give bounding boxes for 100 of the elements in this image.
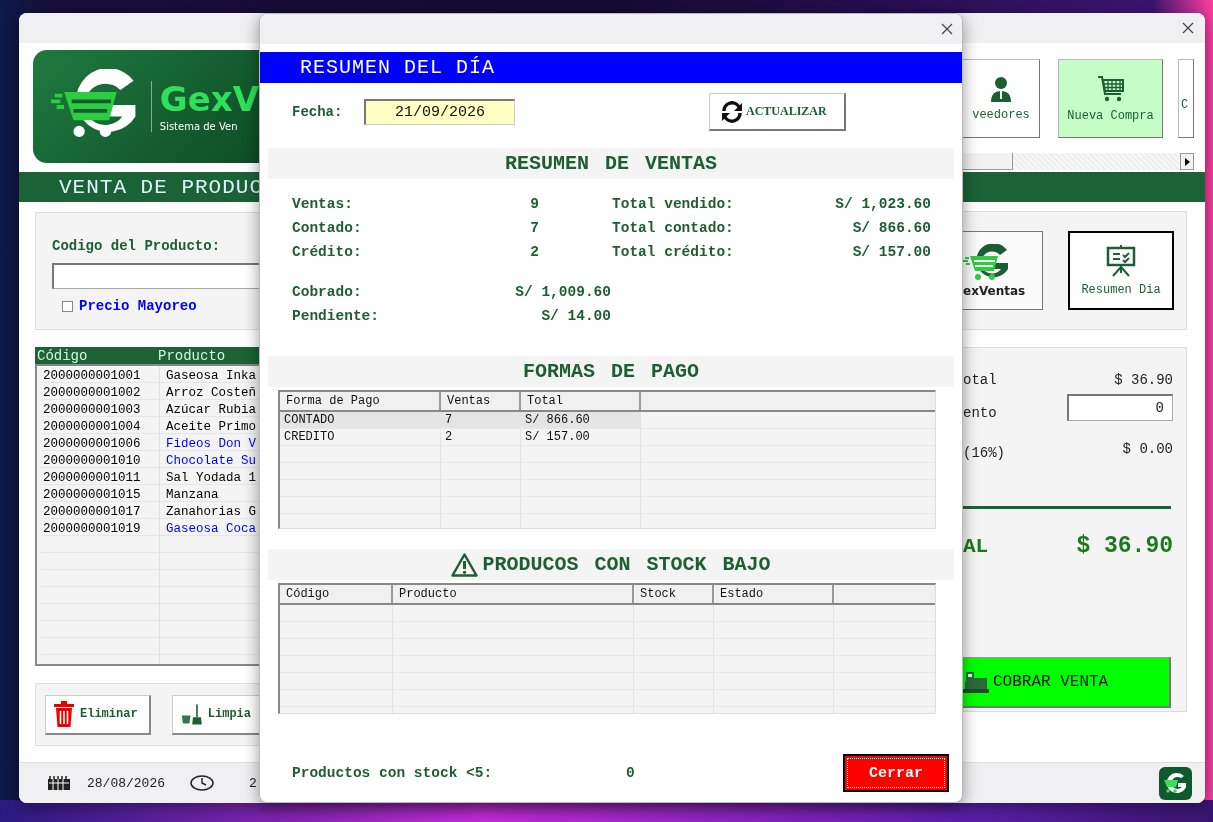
field-label: Codigo del Producto: <box>52 237 222 255</box>
app-icon[interactable] <box>1159 766 1192 800</box>
column-header: Ventas <box>447 394 491 408</box>
banner-title: VENTA DE PRODUC <box>59 175 264 199</box>
clock-icon <box>190 775 214 791</box>
table-cell: 2000000001004 <box>43 420 141 434</box>
refresh-icon <box>720 99 744 124</box>
stat-value: S/ 1,009.60 <box>514 283 611 302</box>
column-header: Total <box>527 394 563 408</box>
toolbar-button[interactable]: Nueva Compra <box>1058 59 1163 138</box>
table-cell: 2 <box>445 430 453 444</box>
column-header: Producto <box>399 587 457 601</box>
section-title: FORMAS DE PAGO <box>523 360 699 383</box>
stat-label: Crédito: <box>292 243 363 262</box>
table-cell: Gaseosa Coca <box>166 522 256 536</box>
calendar-icon <box>48 776 70 790</box>
warning-icon <box>451 552 479 577</box>
column-header: Stock <box>640 587 676 601</box>
table-cell: Fideos Don V <box>166 437 256 451</box>
table-cell: Arroz Costeñ <box>166 386 256 400</box>
discount-label: ento <box>963 404 997 421</box>
stat-label: Total contado: <box>612 219 735 238</box>
product-code-field[interactable] <box>52 263 259 289</box>
table-cell: 2000000001001 <box>43 369 141 383</box>
table-cell: Aceite Primo <box>166 420 256 434</box>
presentation-board-icon <box>1106 244 1136 277</box>
table-cell: 2000000001011 <box>43 471 141 485</box>
trash-icon <box>54 701 74 727</box>
stat-value: 9 <box>529 195 539 214</box>
table-cell: Chocolate Su <box>166 454 256 468</box>
action-button[interactable]: Limpia <box>172 694 259 735</box>
table-cell: Sal Yodada 1 <box>166 471 256 485</box>
stat-label: Cobrado: <box>292 283 363 302</box>
table-cell: 2000000001002 <box>43 386 141 400</box>
column-header: Código <box>37 348 88 364</box>
date-field[interactable]: 21/09/2026 <box>364 99 515 125</box>
table-cell: 2000000001019 <box>43 522 141 536</box>
close-icon[interactable] <box>1182 22 1194 34</box>
subtotal-label: otal <box>963 372 997 388</box>
table-cell: 2000000001006 <box>43 437 141 451</box>
table-cell: Zanahorias G <box>166 505 256 519</box>
stat-value: S/ 157.00 <box>851 243 931 262</box>
person-icon <box>990 75 1012 102</box>
tax-value: $ 0.00 <box>1122 441 1173 457</box>
stat-value: 7 <box>529 219 539 238</box>
stat-value: S/ 14.00 <box>540 307 611 326</box>
refresh-button[interactable]: ACTUALIZAR <box>709 93 846 131</box>
section-title: PRODUCOS CON STOCK BAJO <box>482 553 771 576</box>
broom-icon <box>181 701 202 727</box>
section-title: RESUMEN DE VENTAS <box>504 152 717 175</box>
summary-button[interactable]: Resumen Dia <box>1068 231 1174 310</box>
column-header: Forma de Pago <box>286 394 380 408</box>
table-cell: CREDITO <box>284 430 335 444</box>
stat-label: Total crédito: <box>612 243 735 262</box>
table-cell: 2000000001003 <box>43 403 141 417</box>
logo-name: GexV <box>159 81 259 117</box>
stat-label: Contado: <box>292 219 363 238</box>
discount-field[interactable]: 0 <box>1067 394 1173 421</box>
table-cell: 2000000001010 <box>43 454 141 468</box>
status-date: 28/08/2026 <box>87 775 165 791</box>
cart-icon <box>1096 74 1125 103</box>
close-icon[interactable] <box>941 23 953 35</box>
close-button[interactable]: Cerrar <box>843 754 949 792</box>
stat-label: Pendiente: <box>292 307 380 326</box>
table-cell: 2000000001017 <box>43 505 141 519</box>
toolbar-button[interactable]: C <box>1178 59 1194 138</box>
charge-button[interactable]: COBRAR VENTA <box>963 657 1171 708</box>
logo-tagline: Sistema de Ven <box>159 121 239 132</box>
logo-button[interactable]: exVentas <box>963 231 1043 310</box>
status-time: 2 <box>249 775 257 791</box>
tax-label: (16%) <box>963 445 1005 461</box>
column-header: Código <box>286 587 330 601</box>
checkbox-label[interactable]: Precio Mayoreo <box>79 298 197 314</box>
total-value: $ 36.90 <box>1076 533 1173 559</box>
scrollbar-thumb[interactable] <box>963 153 1013 170</box>
right-arrow-icon <box>1184 157 1190 166</box>
stat-value: 2 <box>529 243 539 262</box>
cash-register-icon <box>963 670 989 694</box>
stat-value: S/ 866.60 <box>851 219 931 238</box>
date-label: Fecha: <box>292 104 344 120</box>
table-cell: Gaseosa Inka <box>166 369 256 383</box>
low-stock-count-label: Productos con stock <5: <box>292 765 494 781</box>
stat-label: Ventas: <box>292 195 354 214</box>
column-header: Estado <box>720 587 764 601</box>
stat-value: S/ 1,023.60 <box>834 195 931 214</box>
table-cell: S/ 157.00 <box>525 430 590 444</box>
total-label: AL <box>963 534 989 558</box>
stat-label: Total vendido: <box>612 195 735 214</box>
action-button[interactable]: Eliminar <box>45 694 151 735</box>
low-stock-count: 0 <box>626 765 635 781</box>
subtotal-value: $ 36.90 <box>1114 372 1173 388</box>
table-cell: Manzana <box>166 488 219 502</box>
toolbar-button[interactable]: veedores <box>963 59 1040 138</box>
scroll-right-button[interactable] <box>1180 153 1194 170</box>
checkbox[interactable] <box>62 300 73 312</box>
table-cell: 2000000001015 <box>43 488 141 502</box>
scrollbar[interactable] <box>963 153 1194 170</box>
column-header: Producto <box>158 348 226 364</box>
table-cell: Azúcar Rubia <box>166 403 256 417</box>
dialog-title: RESUMEN DEL DÍA <box>300 56 496 79</box>
